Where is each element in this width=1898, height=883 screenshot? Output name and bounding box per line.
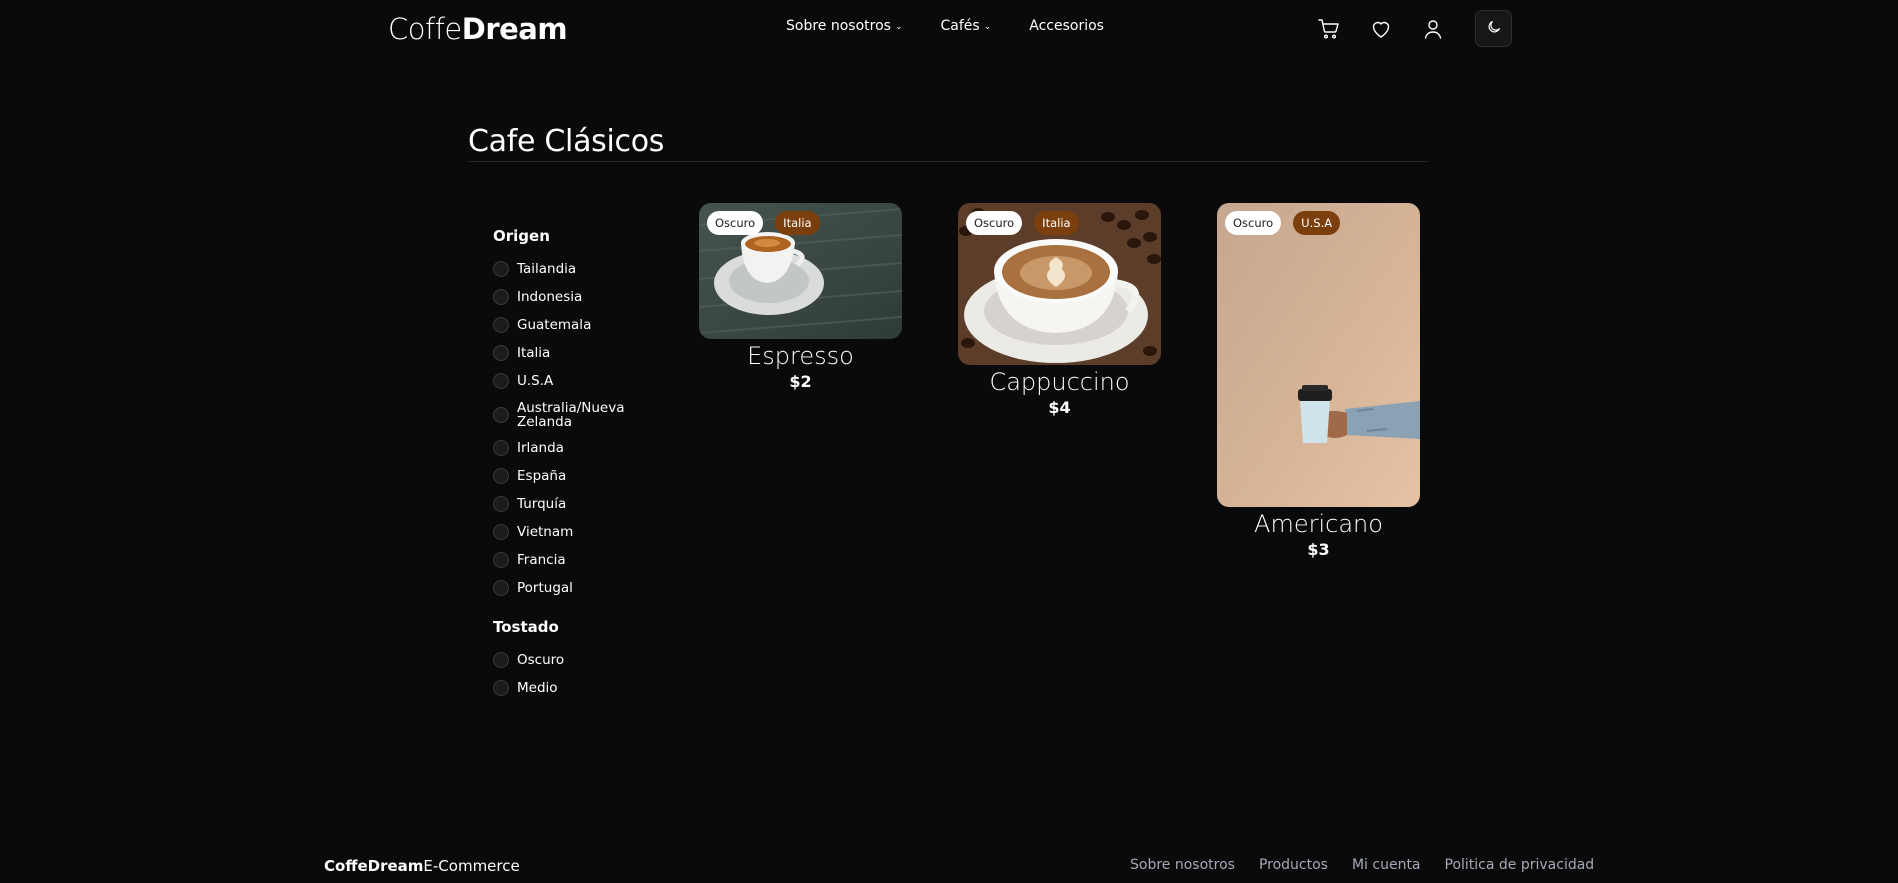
filter-option-francia[interactable]: Francia (493, 546, 653, 574)
filter-option-turquia[interactable]: Turquía (493, 490, 653, 518)
filter-option-vietnam[interactable]: Vietnam (493, 518, 653, 546)
filter-option-espana[interactable]: España (493, 462, 653, 490)
filter-option-irlanda[interactable]: Irlanda (493, 434, 653, 462)
product-badges: Oscuro Italia (966, 211, 1079, 235)
radio-button[interactable] (493, 406, 509, 423)
product-badges: Oscuro Italia (707, 211, 820, 235)
brand-name-bold: Dream (461, 12, 568, 46)
roast-filter-list: Oscuro Medio (493, 646, 653, 702)
radio-button[interactable] (493, 680, 509, 696)
product-name[interactable]: Espresso (699, 342, 902, 370)
filter-option-usa[interactable]: U.S.A (493, 367, 653, 395)
filter-option-label: Turquía (517, 496, 567, 512)
product-price: $3 (1307, 540, 1330, 559)
origin-filter-list: Tailandia Indonesia Guatemala Italia U.S… (493, 255, 653, 602)
nav-item-label: Accesorios (1029, 18, 1104, 34)
filters-sidebar: Origen Tailandia Indonesia Guatemala Ita… (493, 227, 653, 702)
radio-button[interactable] (493, 373, 509, 389)
filter-option-label: Portugal (517, 580, 573, 596)
product-price: $2 (789, 372, 812, 391)
filter-option-label: Guatemala (517, 317, 592, 333)
nav-item-label: Sobre nosotros (786, 18, 891, 34)
filter-heading-origin: Origen (493, 227, 550, 245)
nav-item-accesorios[interactable]: Accesorios (1029, 18, 1104, 34)
page-title: Cafe Clásicos (468, 124, 665, 159)
chevron-down-icon: ⌄ (894, 22, 903, 32)
product-image-americano[interactable]: Oscuro U.S.A (1217, 203, 1420, 507)
radio-button[interactable] (493, 468, 509, 484)
cart-icon[interactable] (1316, 16, 1342, 42)
radio-button[interactable] (493, 317, 509, 333)
title-divider (468, 161, 1428, 162)
filter-option-oscuro[interactable]: Oscuro (493, 646, 653, 674)
roast-badge: Oscuro (1225, 211, 1282, 235)
filter-option-label: Irlanda (517, 440, 564, 456)
brand-name-light: Coffe (388, 12, 462, 46)
filter-option-tailandia[interactable]: Tailandia (493, 255, 653, 283)
filter-option-australia-nueva-zelanda[interactable]: Australia/Nueva Zelanda (493, 395, 653, 434)
nav-item-cafes[interactable]: Cafés ⌄ (941, 18, 992, 34)
filter-option-label: Australia/Nueva Zelanda (517, 399, 625, 430)
radio-button[interactable] (493, 580, 509, 596)
nav-item-label: Cafés (940, 18, 980, 34)
chevron-down-icon: ⌄ (983, 22, 992, 32)
filter-option-label: U.S.A (517, 373, 554, 389)
product-card-cappuccino[interactable]: Oscuro Italia Cappuccino $4 (958, 203, 1161, 417)
footer-brand: CoffeDreamE-Commerce (324, 857, 520, 875)
main-nav: Sobre nosotros ⌄ Cafés ⌄ Accesorios (786, 18, 1104, 34)
footer-nav: Sobre nosotros Productos Mi cuenta Polit… (1130, 857, 1594, 873)
roast-badge: Oscuro (966, 211, 1023, 235)
filter-option-label: Francia (517, 552, 566, 568)
filter-option-label: Vietnam (517, 524, 574, 540)
brand-logo[interactable]: CoffeDream (388, 12, 568, 46)
radio-button[interactable] (493, 496, 509, 512)
radio-button[interactable] (493, 440, 509, 456)
filter-option-label: Tailandia (517, 261, 577, 277)
roast-badge: Oscuro (707, 211, 764, 235)
footer-link-privacidad[interactable]: Politica de privacidad (1445, 857, 1595, 873)
radio-button[interactable] (493, 552, 509, 568)
nav-item-sobre-nosotros[interactable]: Sobre nosotros ⌄ (786, 18, 903, 34)
filter-option-label: Oscuro (517, 652, 565, 668)
heart-icon[interactable] (1368, 16, 1394, 42)
moon-icon (1486, 19, 1502, 39)
origin-badge: Italia (1034, 211, 1079, 235)
filter-option-italia[interactable]: Italia (493, 339, 653, 367)
filter-option-indonesia[interactable]: Indonesia (493, 283, 653, 311)
product-name[interactable]: Americano (1217, 510, 1420, 538)
filter-option-portugal[interactable]: Portugal (493, 574, 653, 602)
filter-option-medio[interactable]: Medio (493, 674, 653, 702)
radio-button[interactable] (493, 289, 509, 305)
filter-heading-roast: Tostado (493, 618, 559, 636)
product-name[interactable]: Cappuccino (958, 368, 1161, 396)
footer-link-mi-cuenta[interactable]: Mi cuenta (1352, 857, 1421, 873)
product-card-americano[interactable]: Oscuro U.S.A Americano $3 (1217, 203, 1420, 559)
header-actions (1316, 10, 1512, 47)
origin-badge: Italia (775, 211, 820, 235)
product-image-cappuccino[interactable]: Oscuro Italia (958, 203, 1161, 365)
origin-badge: U.S.A (1293, 211, 1341, 235)
radio-button[interactable] (493, 524, 509, 540)
footer-link-sobre-nosotros[interactable]: Sobre nosotros (1130, 857, 1235, 873)
footer-link-productos[interactable]: Productos (1259, 857, 1328, 873)
radio-button[interactable] (493, 652, 509, 668)
filter-option-label: Indonesia (517, 289, 583, 305)
product-badges: Oscuro U.S.A (1225, 211, 1341, 235)
product-image-espresso[interactable]: Oscuro Italia (699, 203, 902, 339)
filter-option-label: Italia (517, 345, 551, 361)
filter-option-label: España (517, 468, 567, 484)
product-card-espresso[interactable]: Oscuro Italia Espresso $2 (699, 203, 902, 391)
filter-option-label: Medio (517, 680, 558, 696)
radio-button[interactable] (493, 261, 509, 277)
footer-brand-name: CoffeDream (324, 857, 424, 875)
filter-option-guatemala[interactable]: Guatemala (493, 311, 653, 339)
theme-toggle-button[interactable] (1475, 10, 1512, 47)
footer-brand-suffix: E-Commerce (423, 857, 520, 875)
radio-button[interactable] (493, 345, 509, 361)
product-price: $4 (1048, 398, 1071, 417)
user-icon[interactable] (1420, 16, 1446, 42)
